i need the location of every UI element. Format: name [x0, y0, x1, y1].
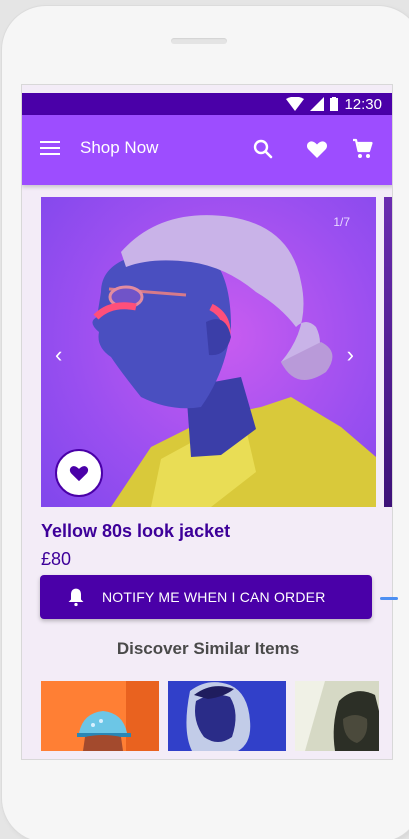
- favorite-button[interactable]: [55, 449, 103, 497]
- wifi-icon: [286, 97, 305, 111]
- search-icon[interactable]: [251, 137, 275, 161]
- similar-item-thumb[interactable]: [168, 681, 286, 751]
- status-time: 12:30: [344, 95, 382, 113]
- battery-icon: [330, 97, 339, 111]
- chevron-left-icon[interactable]: ‹: [55, 342, 62, 368]
- bell-icon: [68, 588, 84, 607]
- image-counter: 1/7: [333, 215, 350, 229]
- image-carousel[interactable]: 1/7 ‹ ›: [41, 197, 376, 507]
- product-price: £80: [41, 549, 72, 569]
- similar-items-title: Discover Similar Items: [116, 639, 300, 658]
- scroll-indicator: [380, 597, 398, 600]
- status-bar: 12:30: [22, 93, 392, 115]
- menu-icon[interactable]: [40, 141, 60, 157]
- heart-icon: [69, 466, 89, 482]
- product-name: Yellow 80s look jacket: [41, 521, 231, 541]
- similar-item-thumb[interactable]: [295, 681, 379, 751]
- notify-button[interactable]: NOTIFY ME WHEN I CAN ORDER: [40, 575, 372, 619]
- cart-icon[interactable]: [351, 137, 375, 161]
- phone-speaker: [171, 38, 227, 44]
- heart-icon[interactable]: [305, 137, 329, 161]
- similar-item-thumb[interactable]: [41, 681, 159, 751]
- app-title: Shop Now: [80, 138, 159, 157]
- chevron-right-icon[interactable]: ›: [347, 342, 354, 368]
- product-image: 1/7 ‹ ›: [41, 197, 376, 507]
- notify-button-label: NOTIFY ME WHEN I CAN ORDER: [102, 589, 326, 605]
- next-image-peek[interactable]: [384, 197, 392, 507]
- app-bar: Shop Now: [22, 115, 392, 185]
- product-content: 1/7 ‹ › Yellow 80s look jacket £80: [22, 185, 392, 759]
- app-screen: 12:30 Shop Now 1/7 ‹ › Yellow 80s look j…: [21, 84, 393, 760]
- signal-icon: [310, 97, 325, 111]
